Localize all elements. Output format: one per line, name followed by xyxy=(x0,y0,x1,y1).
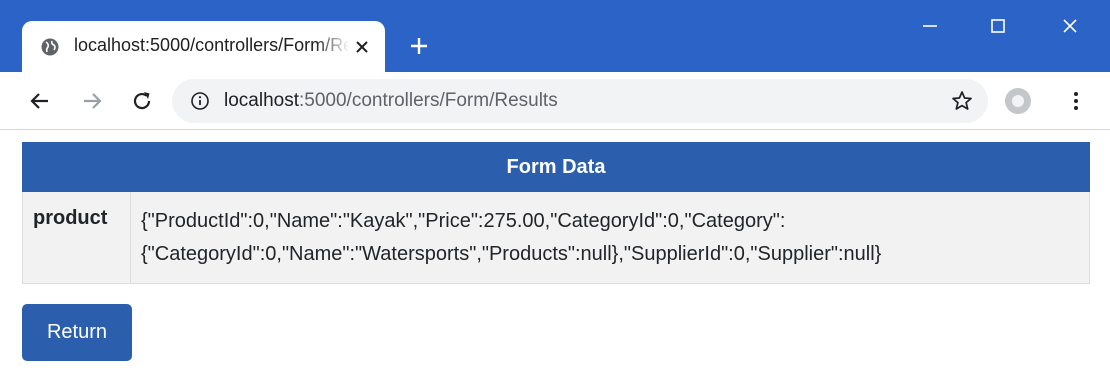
arrow-right-icon[interactable] xyxy=(80,89,104,113)
maximize-icon[interactable] xyxy=(986,14,1010,38)
table-header: Form Data xyxy=(22,142,1090,192)
return-button[interactable]: Return xyxy=(22,304,132,361)
row-value-line-2: {"CategoryId":0,"Name":"Watersports","Pr… xyxy=(141,243,882,265)
url-host: localhost xyxy=(224,90,299,111)
close-window-icon[interactable] xyxy=(1058,14,1082,38)
reload-icon[interactable] xyxy=(130,89,154,113)
profile-icon[interactable] xyxy=(1004,87,1032,115)
arrow-left-icon[interactable] xyxy=(28,89,52,113)
minimize-icon[interactable] xyxy=(918,14,942,38)
row-value-line-1: {"ProductId":0,"Name":"Kayak","Price":27… xyxy=(141,210,786,232)
page-content: Form Data product {"ProductId":0,"Name":… xyxy=(0,131,1110,379)
browser-tab[interactable]: localhost:5000/controllers/Form/Results xyxy=(22,21,385,72)
star-icon[interactable] xyxy=(950,89,974,113)
browser-titlebar: localhost:5000/controllers/Form/Results xyxy=(0,0,1110,72)
row-key: product xyxy=(22,191,131,284)
address-bar[interactable]: localhost:5000/controllers/Form/Results xyxy=(172,79,988,123)
kebab-menu-icon[interactable] xyxy=(1064,89,1088,113)
close-icon[interactable] xyxy=(352,37,372,57)
url-path: :5000/controllers/Form/Results xyxy=(299,90,558,111)
plus-icon[interactable] xyxy=(407,34,431,58)
info-icon[interactable] xyxy=(190,91,210,111)
browser-toolbar: localhost:5000/controllers/Form/Results xyxy=(0,72,1110,130)
table-header-row: Form Data xyxy=(22,142,1090,192)
globe-icon xyxy=(41,38,59,56)
table-row: product {"ProductId":0,"Name":"Kayak","P… xyxy=(22,191,1090,284)
tab-title: localhost:5000/controllers/Form/Results xyxy=(74,35,349,55)
url-text[interactable]: localhost:5000/controllers/Form/Results xyxy=(224,90,558,112)
form-data-table: Form Data product {"ProductId":0,"Name":… xyxy=(22,142,1090,284)
row-value: {"ProductId":0,"Name":"Kayak","Price":27… xyxy=(130,191,1090,284)
